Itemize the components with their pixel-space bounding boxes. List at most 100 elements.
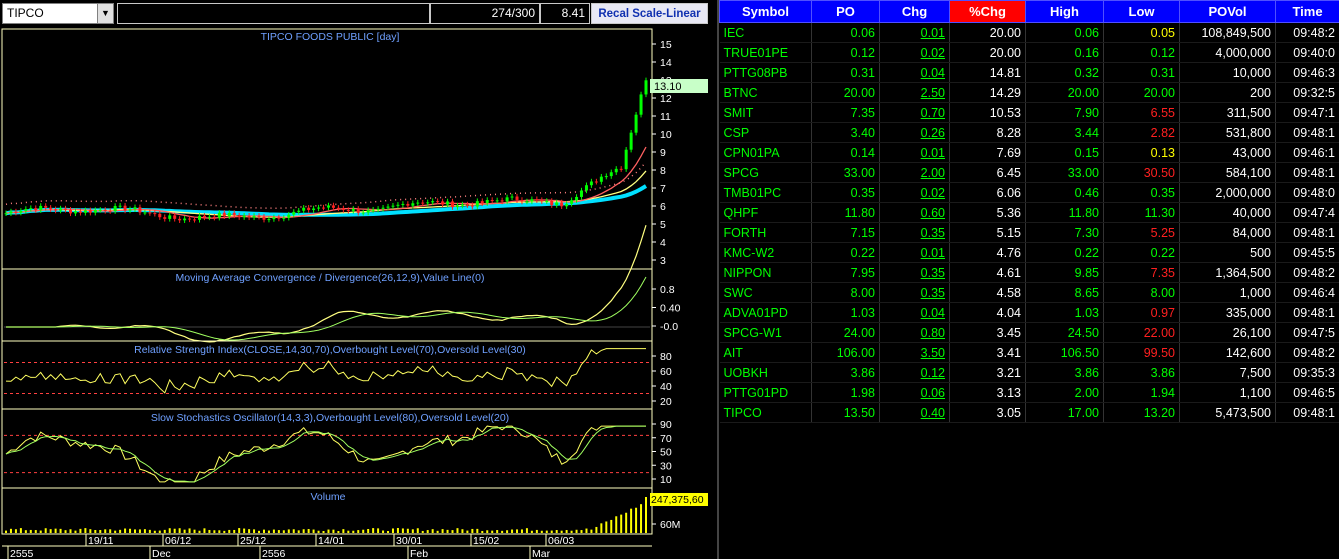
high-cell: 106.50 bbox=[1025, 342, 1104, 363]
table-row[interactable]: UOBKH 3.86 0.12 3.21 3.86 3.86 7,500 09:35:3 bbox=[719, 362, 1339, 383]
axis-tick-label: 7 bbox=[660, 183, 666, 195]
quote-panel[interactable]: Symbol PO Chg %Chg High Low POVol Time IEC 0.06 0… bbox=[717, 0, 1339, 559]
symbol-cell[interactable]: ADVA01PD bbox=[719, 302, 812, 323]
symbol-cell[interactable]: NIPPON bbox=[719, 262, 812, 283]
symbol-select[interactable]: TIPCO ▼ bbox=[2, 3, 114, 24]
column-header-high[interactable]: High bbox=[1025, 0, 1104, 23]
chart-canvas[interactable]: TIPCO FOODS PUBLIC [day] 151413121110987… bbox=[0, 27, 712, 559]
volume-bar bbox=[153, 530, 156, 533]
chg-cell[interactable]: 0.35 bbox=[879, 282, 950, 303]
dropdown-arrow-icon[interactable]: ▼ bbox=[97, 4, 113, 23]
symbol-cell[interactable]: KMC-W2 bbox=[719, 242, 812, 263]
candle-body bbox=[262, 216, 266, 220]
chg-cell[interactable]: 0.06 bbox=[879, 382, 950, 403]
table-row[interactable]: SMIT 7.35 0.70 10.53 7.90 6.55 311,500 09:47:1 bbox=[719, 102, 1339, 123]
candle-body bbox=[495, 200, 499, 202]
symbol-cell[interactable]: TMB01PC bbox=[719, 182, 812, 203]
date-label: 19/11 bbox=[88, 535, 114, 547]
chg-cell[interactable]: 0.04 bbox=[879, 62, 950, 83]
volume-bar bbox=[342, 529, 345, 533]
chg-cell[interactable]: 3.50 bbox=[879, 342, 950, 363]
table-row[interactable]: SPCG-W1 24.00 0.80 3.45 24.50 22.00 26,100 09:4… bbox=[719, 322, 1339, 343]
table-row[interactable]: KMC-W2 0.22 0.01 4.76 0.22 0.22 500 09:45:5 bbox=[719, 242, 1339, 263]
symbol-cell[interactable]: PTTG08PB bbox=[719, 62, 812, 83]
table-row[interactable]: CPN01PA 0.14 0.01 7.69 0.15 0.13 43,000 09:46:1 bbox=[719, 142, 1339, 163]
table-row[interactable]: TRUE01PE 0.12 0.02 20.00 0.16 0.12 4,000,000 09… bbox=[719, 42, 1339, 63]
column-header-low[interactable]: Low bbox=[1103, 0, 1180, 23]
chg-cell[interactable]: 0.02 bbox=[879, 42, 950, 63]
symbol-cell[interactable]: SPCG-W1 bbox=[719, 322, 812, 343]
chart-panel[interactable]: TIPCO ▼ 274/300 8.41 Recal Scale-Linear … bbox=[0, 0, 712, 559]
chg-cell[interactable]: 0.26 bbox=[879, 122, 950, 143]
symbol-cell[interactable]: TIPCO bbox=[719, 402, 812, 423]
chg-cell[interactable]: 0.35 bbox=[879, 262, 950, 283]
volume-bar bbox=[148, 529, 151, 533]
column-header-time[interactable]: Time bbox=[1275, 0, 1339, 23]
chg-cell[interactable]: 0.12 bbox=[879, 362, 950, 383]
symbol-cell[interactable]: AIT bbox=[719, 342, 812, 363]
macd-pane[interactable]: Moving Average Convergence / Divergence(… bbox=[1, 225, 681, 343]
stoch-pane[interactable]: Slow Stochastics Oscillator(14,3,3),Over… bbox=[1, 408, 672, 489]
symbol-cell[interactable]: SMIT bbox=[719, 102, 812, 123]
volume-pane[interactable]: Volume 60M 247,375,60 bbox=[1, 487, 708, 535]
column-header-chg[interactable]: %Chg bbox=[949, 0, 1026, 23]
table-row[interactable]: IEC 0.06 0.01 20.00 0.06 0.05 108,849,500 09:48… bbox=[719, 22, 1339, 43]
symbol-cell[interactable]: BTNC bbox=[719, 82, 812, 103]
symbol-cell[interactable]: UOBKH bbox=[719, 362, 812, 383]
table-row[interactable]: SPCG 33.00 2.00 6.45 33.00 30.50 584,100 09:48:… bbox=[719, 162, 1339, 183]
chg-cell[interactable]: 0.60 bbox=[879, 202, 950, 223]
chg-cell[interactable]: 0.80 bbox=[879, 322, 950, 343]
low-cell: 22.00 bbox=[1103, 322, 1180, 343]
table-row[interactable]: ADVA01PD 1.03 0.04 4.04 1.03 0.97 335,000 09:48… bbox=[719, 302, 1339, 323]
chg-cell[interactable]: 0.04 bbox=[879, 302, 950, 323]
symbol-cell[interactable]: SPCG bbox=[719, 162, 812, 183]
candle-body bbox=[312, 208, 316, 211]
chg-cell[interactable]: 0.01 bbox=[879, 22, 950, 43]
table-row[interactable]: CSP 3.40 0.26 8.28 3.44 2.82 531,800 09:48:1 bbox=[719, 122, 1339, 143]
symbol-cell[interactable]: TRUE01PE bbox=[719, 42, 812, 63]
table-row[interactable]: PTTG01PD 1.98 0.06 3.13 2.00 1.94 1,100 09:46:5 bbox=[719, 382, 1339, 403]
symbol-cell[interactable]: IEC bbox=[719, 22, 812, 43]
symbol-cell[interactable]: SWC bbox=[719, 282, 812, 303]
candle-body bbox=[624, 149, 628, 170]
candle-body bbox=[361, 212, 365, 214]
candle-body bbox=[93, 210, 97, 213]
table-row[interactable]: TIPCO 13.50 0.40 3.05 17.00 13.20 5,473,500 09:… bbox=[719, 402, 1339, 423]
column-header-chg[interactable]: Chg bbox=[879, 0, 950, 23]
chg-cell[interactable]: 2.50 bbox=[879, 82, 950, 103]
table-row[interactable]: AIT 106.00 3.50 3.41 106.50 99.50 142,600 09:48… bbox=[719, 342, 1339, 363]
table-row[interactable]: QHPF 11.80 0.60 5.36 11.80 11.30 40,000 09:47:4 bbox=[719, 202, 1339, 223]
chg-cell[interactable]: 0.35 bbox=[879, 222, 950, 243]
candle-body bbox=[540, 200, 544, 202]
candle-body bbox=[406, 203, 410, 206]
quote-table[interactable]: Symbol PO Chg %Chg High Low POVol Time IEC 0.06 0… bbox=[719, 0, 1339, 423]
column-header-po[interactable]: PO bbox=[811, 0, 880, 23]
chg-cell[interactable]: 0.02 bbox=[879, 182, 950, 203]
candle-body bbox=[292, 211, 296, 215]
column-header-povol[interactable]: POVol bbox=[1179, 0, 1276, 23]
volume-bar bbox=[173, 528, 176, 533]
candle-body bbox=[68, 209, 72, 214]
symbol-cell[interactable]: PTTG01PD bbox=[719, 382, 812, 403]
chg-cell[interactable]: 2.00 bbox=[879, 162, 950, 183]
chg-cell[interactable]: 0.01 bbox=[879, 242, 950, 263]
chg-cell[interactable]: 0.40 bbox=[879, 402, 950, 423]
symbol-cell[interactable]: QHPF bbox=[719, 202, 812, 223]
recal-scale-button[interactable]: Recal Scale-Linear bbox=[591, 3, 708, 24]
rsi-pane[interactable]: Relative Strength Index(CLOSE,14,30,70),… bbox=[1, 340, 672, 410]
symbol-cell[interactable]: FORTH bbox=[719, 222, 812, 243]
price-pane[interactable]: TIPCO FOODS PUBLIC [day] 151413121110987… bbox=[1, 28, 708, 270]
table-row[interactable]: FORTH 7.15 0.35 5.15 7.30 5.25 84,000 09:48:1 bbox=[719, 222, 1339, 243]
column-header-symbol[interactable]: Symbol bbox=[719, 0, 812, 23]
table-row[interactable]: SWC 8.00 0.35 4.58 8.65 8.00 1,000 09:46:4 bbox=[719, 282, 1339, 303]
candle-body bbox=[460, 204, 464, 206]
table-row[interactable]: NIPPON 7.95 0.35 4.61 9.85 7.35 1,364,500 09:48… bbox=[719, 262, 1339, 283]
symbol-cell[interactable]: CPN01PA bbox=[719, 142, 812, 163]
chg-cell[interactable]: 0.70 bbox=[879, 102, 950, 123]
symbol-cell[interactable]: CSP bbox=[719, 122, 812, 143]
chg-cell[interactable]: 0.01 bbox=[879, 142, 950, 163]
table-row[interactable]: TMB01PC 0.35 0.02 6.06 0.46 0.35 2,000,000 09:4… bbox=[719, 182, 1339, 203]
table-row[interactable]: PTTG08PB 0.31 0.04 14.81 0.32 0.31 10,000 09:46… bbox=[719, 62, 1339, 83]
pct-chg-cell: 10.53 bbox=[949, 102, 1026, 123]
table-row[interactable]: BTNC 20.00 2.50 14.29 20.00 20.00 200 09:32:5 bbox=[719, 82, 1339, 103]
